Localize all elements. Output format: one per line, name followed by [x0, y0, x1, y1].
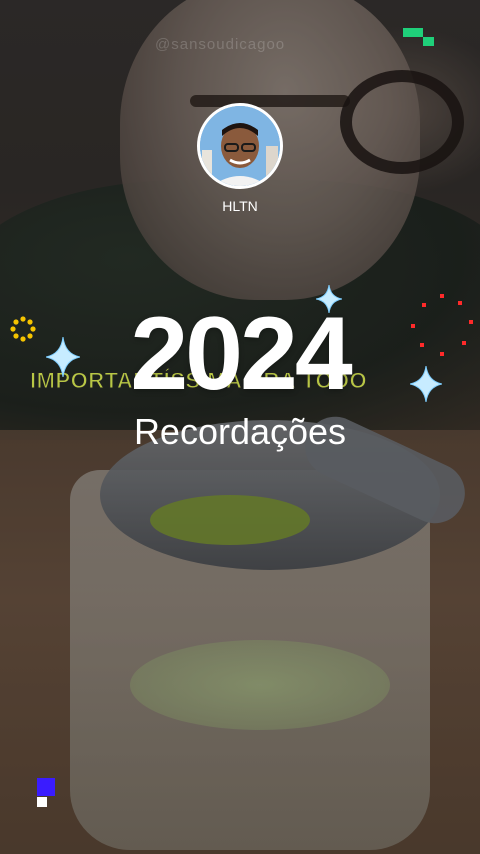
pixel-blocks-icon	[403, 28, 437, 48]
username-label: HLTN	[222, 198, 258, 214]
recap-subtitle: Recordações	[133, 411, 347, 452]
avatar[interactable]	[197, 103, 283, 189]
recap-year: 2024	[130, 296, 352, 412]
avatar-photo	[200, 106, 280, 186]
watermark-text: @sansoudicagoo	[155, 36, 286, 53]
pixel-blocks-icon	[37, 778, 57, 808]
